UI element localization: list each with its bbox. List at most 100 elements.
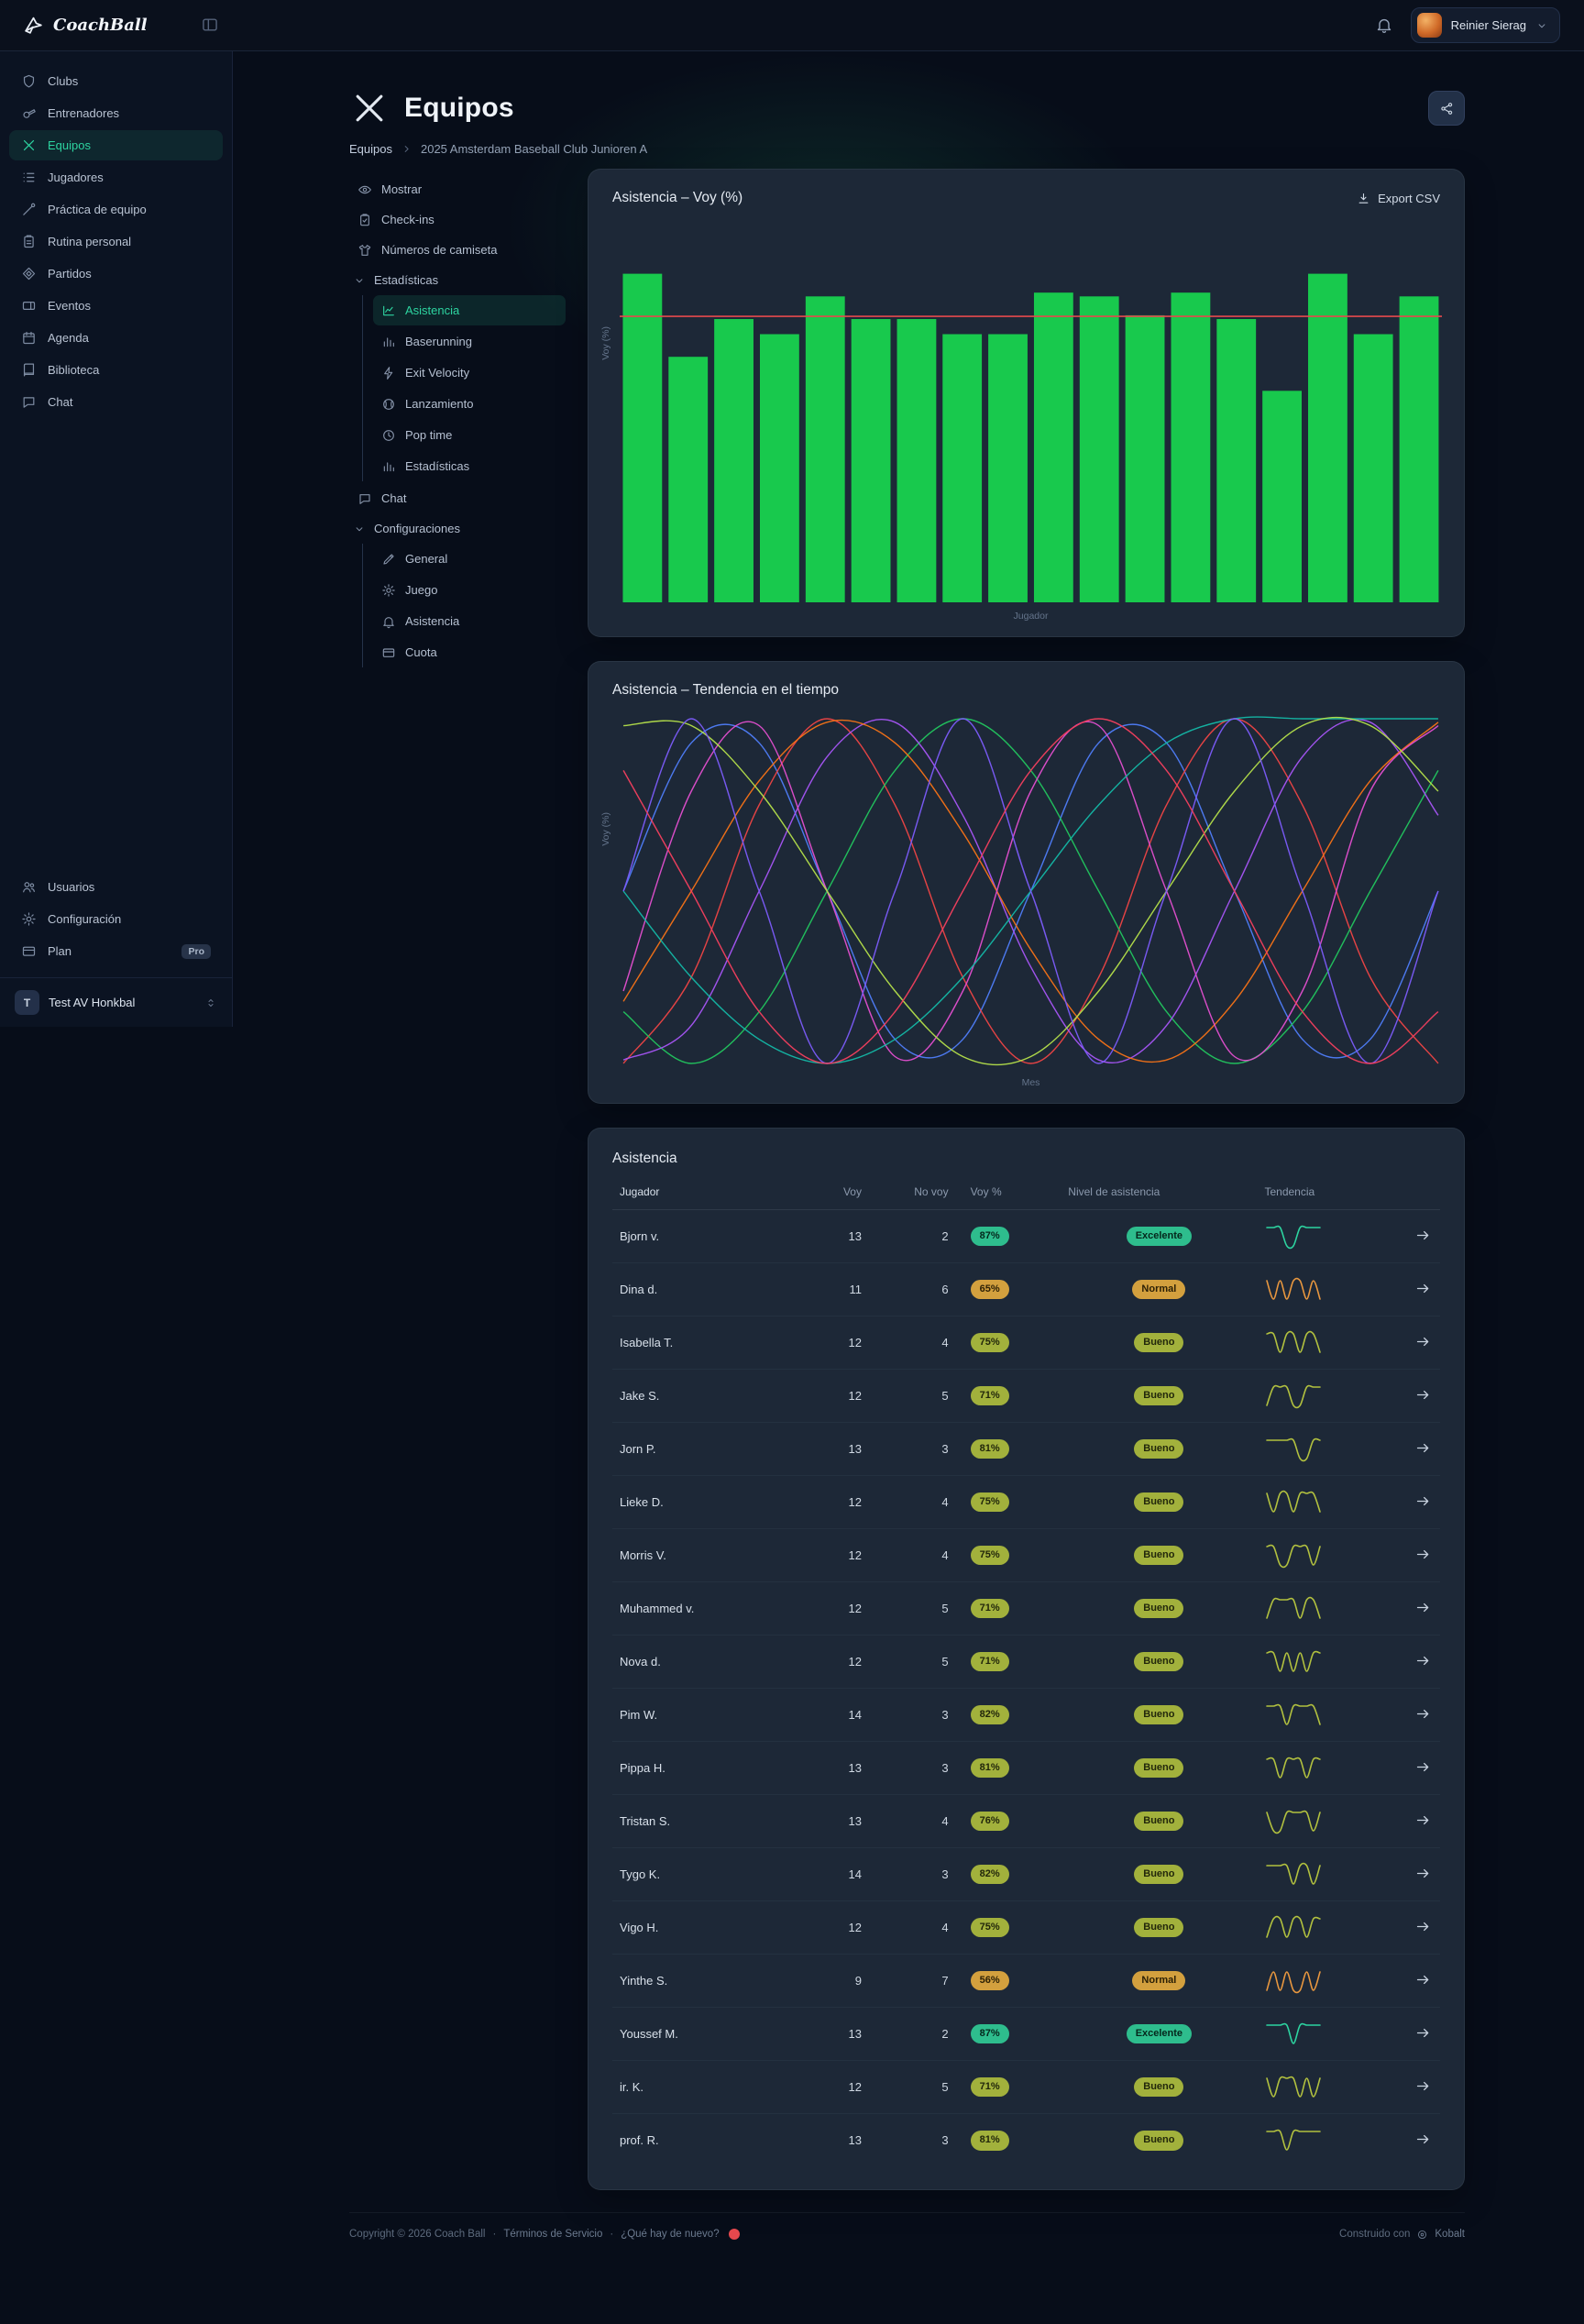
table-row[interactable]: prof. R. 13 3 81% Bueno [612, 2114, 1440, 2167]
table-row[interactable]: Youssef M. 13 2 87% Excelente [612, 2008, 1440, 2061]
table-row[interactable]: Vigo H. 12 4 75% Bueno [612, 1901, 1440, 1955]
voy-pct-badge: 82% [971, 1865, 1009, 1885]
subnav-group-configuraciones[interactable]: Configuraciones [349, 513, 566, 544]
table-row[interactable]: Yinthe S. 9 7 56% Normal [612, 1955, 1440, 2008]
table-row[interactable]: Tygo K. 14 3 82% Bueno [612, 1848, 1440, 1901]
sidebar-item[interactable]: Eventos [9, 291, 223, 321]
row-detail-arrow-button[interactable] [1413, 1439, 1433, 1459]
team-selector[interactable]: T Test AV Honkbal [0, 977, 232, 1027]
pro-badge: Pro [182, 944, 211, 959]
terms-link[interactable]: Términos de Servicio [503, 2229, 602, 2240]
sidebar-item-label: Clubs [48, 74, 78, 88]
table-row[interactable]: Bjorn v. 13 2 87% Excelente [612, 1210, 1440, 1263]
attendance-bar-panel: Asistencia – Voy (%) Export CSV Voy (%) … [588, 169, 1465, 637]
sidebar-item[interactable]: Jugadores [9, 162, 223, 193]
table-row[interactable]: Muhammed v. 12 5 71% Bueno [612, 1582, 1440, 1636]
row-detail-arrow-button[interactable] [1413, 1546, 1433, 1566]
row-detail-arrow-button[interactable] [1413, 1386, 1433, 1406]
subnav-child-item[interactable]: Asistencia [373, 295, 566, 325]
sidebar-item-label: Agenda [48, 331, 89, 345]
subnav-child-item[interactable]: Estadísticas [373, 451, 566, 481]
table-row[interactable]: Morris V. 12 4 75% Bueno [612, 1529, 1440, 1582]
subnav-item-numeros[interactable]: Números de camiseta [349, 235, 566, 265]
row-detail-arrow-button[interactable] [1413, 1227, 1433, 1247]
sidebar-footer-item[interactable]: Usuarios [9, 872, 223, 902]
sidebar: Clubs Entrenadores Equipos Jugadores Prá… [0, 51, 233, 1027]
row-detail-arrow-button[interactable] [1413, 1971, 1433, 1991]
sidebar-item[interactable]: Equipos [9, 130, 223, 160]
sidebar-footer-item[interactable]: Configuración [9, 904, 223, 934]
no-voy-count: 4 [869, 1795, 956, 1848]
content-row: Mostrar Check-ins Números de camiseta Es… [349, 169, 1465, 2190]
table-row[interactable]: Lieke D. 12 4 75% Bueno [612, 1476, 1440, 1529]
row-detail-arrow-button[interactable] [1413, 1758, 1433, 1779]
sidebar-item[interactable]: Biblioteca [9, 355, 223, 385]
subnav-child-item[interactable]: Asistencia [373, 606, 566, 636]
row-detail-arrow-button[interactable] [1413, 1652, 1433, 1672]
trend-sparkline [1264, 1967, 1369, 1995]
sidebar-item[interactable]: Partidos [9, 259, 223, 289]
copyright-text: Copyright © 2026 Coach Ball [349, 2229, 485, 2240]
table-row[interactable]: Nova d. 12 5 71% Bueno [612, 1636, 1440, 1689]
sidebar-footer-item[interactable]: Plan Pro [9, 936, 223, 966]
voy-pct-badge: 81% [971, 2131, 1009, 2151]
team-subnav: Mostrar Check-ins Números de camiseta Es… [349, 169, 566, 669]
table-row[interactable]: Jorn P. 13 3 81% Bueno [612, 1423, 1440, 1476]
row-detail-arrow-button[interactable] [1413, 2131, 1433, 2151]
sidebar-toggle-button[interactable] [200, 16, 220, 36]
table-row[interactable]: Isabella T. 12 4 75% Bueno [612, 1316, 1440, 1370]
subnav-child-item[interactable]: Pop time [373, 420, 566, 450]
row-detail-arrow-button[interactable] [1413, 1918, 1433, 1938]
subnav-item-mostrar[interactable]: Mostrar [349, 174, 566, 204]
chat-icon [21, 394, 37, 410]
breadcrumb-root-link[interactable]: Equipos [349, 142, 392, 156]
row-detail-arrow-button[interactable] [1413, 2077, 1433, 2098]
subnav-child-item[interactable]: Lanzamiento [373, 389, 566, 419]
player-name: ir. K. [612, 2061, 800, 2114]
trend-sparkline [1264, 1542, 1369, 1570]
sidebar-item[interactable]: Agenda [9, 323, 223, 353]
subnav-item-chat[interactable]: Chat [349, 483, 566, 513]
export-csv-button[interactable]: Export CSV [1357, 192, 1440, 205]
sidebar-item[interactable]: Rutina personal [9, 226, 223, 257]
no-voy-count: 5 [869, 1636, 956, 1689]
whistle-icon [21, 105, 37, 121]
user-menu[interactable]: Reinier Sierag [1411, 7, 1560, 43]
whats-new-link[interactable]: ¿Qué hay de nuevo? [621, 2229, 719, 2240]
sidebar-item[interactable]: Práctica de equipo [9, 194, 223, 225]
table-row[interactable]: Tristan S. 13 4 76% Bueno [612, 1795, 1440, 1848]
subnav-child-item[interactable]: Exit Velocity [373, 358, 566, 388]
row-detail-arrow-button[interactable] [1413, 1865, 1433, 1885]
estadisticas-children: Asistencia Baserunning Exit Velocity Lan… [362, 295, 566, 481]
row-detail-arrow-button[interactable] [1413, 2024, 1433, 2044]
sidebar-item[interactable]: Clubs [9, 66, 223, 96]
voy-count: 12 [800, 1901, 869, 1955]
table-row[interactable]: Dina d. 11 6 65% Normal [612, 1263, 1440, 1316]
subnav-item-checkins[interactable]: Check-ins [349, 204, 566, 235]
row-detail-arrow-button[interactable] [1413, 1492, 1433, 1513]
table-row[interactable]: Pippa H. 13 3 81% Bueno [612, 1742, 1440, 1795]
subnav-child-item[interactable]: Baserunning [373, 326, 566, 357]
notifications-bell-icon[interactable] [1375, 16, 1394, 35]
row-detail-arrow-button[interactable] [1413, 1812, 1433, 1832]
sidebar-item[interactable]: Entrenadores [9, 98, 223, 128]
voy-pct-badge: 87% [971, 2024, 1009, 2044]
row-detail-arrow-button[interactable] [1413, 1599, 1433, 1619]
subnav-child-item[interactable]: Juego [373, 575, 566, 605]
table-row[interactable]: Jake S. 12 5 71% Bueno [612, 1370, 1440, 1423]
sidebar-item[interactable]: Chat [9, 387, 223, 417]
table-row[interactable]: Pim W. 14 3 82% Bueno [612, 1689, 1440, 1742]
row-detail-arrow-button[interactable] [1413, 1280, 1433, 1300]
row-detail-arrow-button[interactable] [1413, 1705, 1433, 1725]
kobalt-link[interactable]: Kobalt [1435, 2229, 1465, 2240]
subnav-child-item[interactable]: Cuota [373, 637, 566, 667]
voy-count: 14 [800, 1689, 869, 1742]
subnav-child-item[interactable]: General [373, 544, 566, 574]
table-row[interactable]: ir. K. 12 5 71% Bueno [612, 2061, 1440, 2114]
subnav-group-estadisticas[interactable]: Estadísticas [349, 265, 566, 295]
topbar: CoachBall Reinier Sierag [0, 0, 1584, 51]
row-detail-arrow-button[interactable] [1413, 1333, 1433, 1353]
brand[interactable]: CoachBall [0, 14, 148, 37]
share-button[interactable] [1428, 91, 1465, 126]
subnav-group-label: Configuraciones [374, 522, 460, 535]
